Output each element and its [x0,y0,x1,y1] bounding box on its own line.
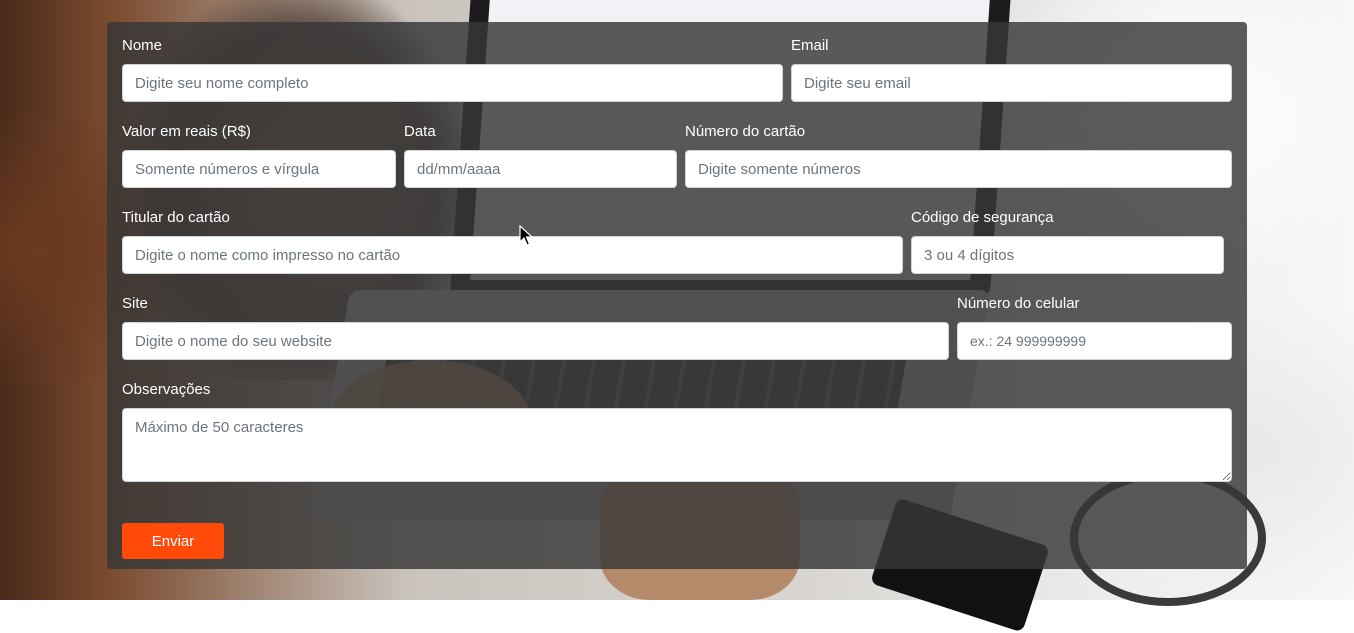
titular-input[interactable] [122,236,903,274]
titular-label: Titular do cartão [122,209,230,226]
email-input[interactable] [791,64,1232,102]
nome-input[interactable] [122,64,783,102]
numero-cartao-label: Número do cartão [685,123,806,140]
celular-label: Número do celular [957,295,1080,312]
site-label: Site [122,295,148,312]
observacoes-textarea[interactable] [122,408,1232,482]
codigo-input[interactable] [911,236,1224,274]
valor-label: Valor em reais (R$) [122,123,251,140]
valor-input[interactable] [122,150,396,188]
observacoes-label: Observações [122,381,211,398]
email-label: Email [791,37,829,54]
nome-label: Nome [122,37,163,54]
codigo-label: Código de segurança [911,209,1054,226]
enviar-button[interactable]: Enviar [122,523,224,559]
data-label: Data [404,123,436,140]
site-input[interactable] [122,322,949,360]
numero-cartao-input[interactable] [685,150,1232,188]
celular-input[interactable] [957,322,1232,360]
data-input[interactable] [404,150,677,188]
